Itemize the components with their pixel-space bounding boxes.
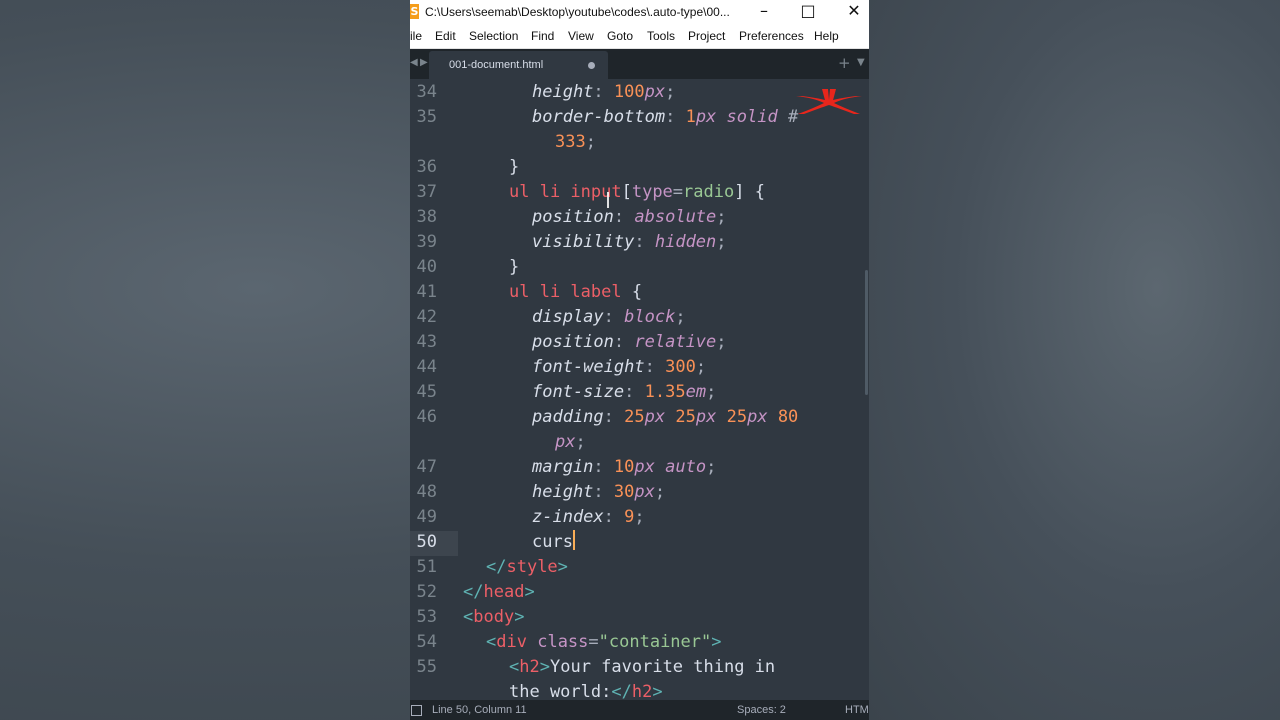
- code-line-34: height: 100px;: [532, 82, 676, 102]
- menu-goto[interactable]: Goto: [607, 24, 633, 48]
- menu-find[interactable]: Find: [531, 24, 554, 48]
- code-line-37: ul li input[type=radio] {: [509, 182, 765, 202]
- code-line-51: </style>: [486, 557, 568, 577]
- indentation-setting[interactable]: Spaces: 2: [737, 700, 786, 720]
- code-line-43: position: relative;: [532, 332, 727, 352]
- text-caret: [572, 530, 575, 550]
- code-editor[interactable]: height: 100px; border-bottom: 1px solid …: [410, 80, 869, 702]
- code-line-39: visibility: hidden;: [532, 232, 727, 252]
- minimize-button[interactable]: –: [741, 0, 787, 24]
- menu-edit[interactable]: Edit: [435, 24, 456, 48]
- tab-bar: ◀ ▶ 001-document.html + ▼: [410, 49, 869, 79]
- menu-project[interactable]: Project: [688, 24, 725, 48]
- code-line-35: border-bottom: 1px solid #: [532, 107, 799, 127]
- code-line-53: <body>: [463, 607, 525, 627]
- menu-view[interactable]: View: [568, 24, 594, 48]
- code-line-45: font-size: 1.35em;: [532, 382, 717, 402]
- unsaved-dot-icon[interactable]: [588, 62, 595, 69]
- panel-toggle-icon[interactable]: [411, 705, 422, 716]
- code-line-47: margin: 10px auto;: [532, 457, 717, 477]
- vertical-scrollbar[interactable]: [865, 270, 868, 395]
- status-bar: Line 50, Column 11 Spaces: 2 HTML: [410, 700, 869, 720]
- code-line-46-wrap: px;: [555, 432, 586, 452]
- sublime-app-icon: S: [410, 4, 419, 19]
- tab-scroll-right-icon[interactable]: ▶: [420, 49, 428, 77]
- code-line-55: <h2>Your favorite thing in: [509, 657, 776, 677]
- new-tab-icon[interactable]: +: [838, 49, 851, 77]
- code-line-35-wrap: 333;: [555, 132, 596, 152]
- menu-help[interactable]: Help: [814, 24, 839, 48]
- tab-scroll-left-icon[interactable]: ◀: [410, 49, 418, 77]
- menu-file[interactable]: ile: [410, 24, 422, 48]
- cursor-position: Line 50, Column 11: [432, 704, 527, 716]
- close-button[interactable]: ✕: [831, 0, 869, 24]
- code-line-42: display: block;: [532, 307, 686, 327]
- mouse-ibeam-cursor-icon: [607, 192, 609, 208]
- code-line-52: </head>: [463, 582, 535, 602]
- maximize-button[interactable]: □: [785, 0, 831, 24]
- code-line-48: height: 30px;: [532, 482, 666, 502]
- background-right: [869, 0, 1280, 720]
- code-line-44: font-weight: 300;: [532, 357, 707, 377]
- code-line-40: }: [509, 257, 520, 277]
- title-bar: S C:\Users\seemab\Desktop\youtube\codes\…: [410, 0, 869, 24]
- code-line-50: curs: [532, 530, 575, 552]
- code-line-46: padding: 25px 25px 25px 80: [532, 407, 799, 427]
- code-line-54: <div class="container">: [486, 632, 722, 652]
- tab-001-document[interactable]: 001-document.html: [429, 51, 608, 79]
- channel-logo-icon: [796, 89, 862, 114]
- sublime-text-window: S C:\Users\seemab\Desktop\youtube\codes\…: [410, 0, 869, 720]
- code-line-36: }: [509, 157, 520, 177]
- code-line-41: ul li label {: [509, 282, 643, 302]
- menu-bar: ile Edit Selection Find View Goto Tools …: [410, 24, 869, 49]
- menu-selection[interactable]: Selection: [469, 24, 518, 48]
- tab-list-icon[interactable]: ▼: [857, 49, 865, 77]
- window-title: C:\Users\seemab\Desktop\youtube\codes\.a…: [425, 5, 730, 19]
- code-line-38: position: absolute;: [532, 207, 727, 227]
- menu-preferences[interactable]: Preferences: [739, 24, 804, 48]
- syntax-setting[interactable]: HTML: [845, 700, 869, 720]
- menu-tools[interactable]: Tools: [647, 24, 675, 48]
- code-line-49: z-index: 9;: [532, 507, 645, 527]
- tab-label: 001-document.html: [449, 59, 544, 71]
